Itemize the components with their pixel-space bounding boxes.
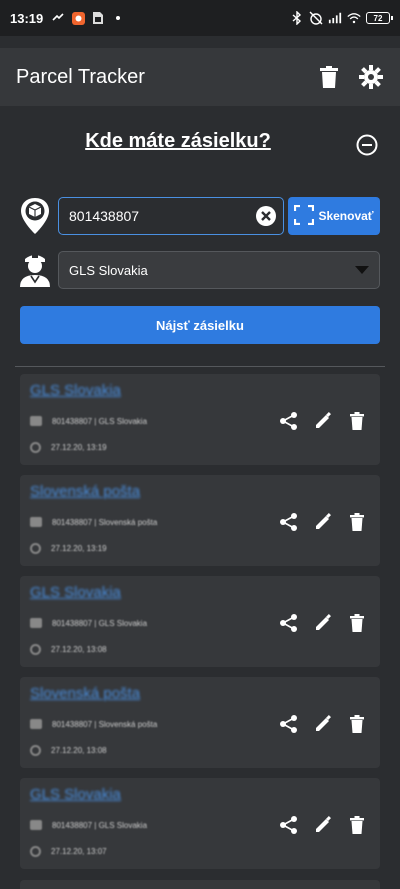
history-card[interactable]: Slovenská pošta 801438807 | Slovenská po… xyxy=(20,475,380,566)
clear-input-icon[interactable] xyxy=(256,206,276,226)
carrier-select[interactable]: GLS Slovakia xyxy=(58,251,380,289)
edit-icon[interactable] xyxy=(312,814,334,836)
alarm-off-icon xyxy=(309,11,323,25)
history-card-time: 27.12.20, 13:08 xyxy=(51,645,107,654)
edit-icon[interactable] xyxy=(312,511,334,533)
history-card-detail: 801438807 | GLS Slovakia xyxy=(52,416,148,426)
clock-icon xyxy=(30,644,41,655)
history-card-carrier[interactable]: Slovenská pošta xyxy=(30,483,140,500)
dropdown-arrow-icon xyxy=(355,266,369,274)
history-card-carrier[interactable]: GLS Slovakia xyxy=(30,382,121,399)
app-title: Parcel Tracker xyxy=(16,65,145,88)
find-parcel-button[interactable]: Nájsť zásielku xyxy=(20,306,380,344)
clock-icon xyxy=(30,846,41,857)
carrier-selected-value: GLS Slovakia xyxy=(69,262,148,278)
package-icon xyxy=(30,618,42,628)
collapse-icon[interactable] xyxy=(355,133,379,157)
delete-icon[interactable] xyxy=(346,713,368,735)
history-card-time: 27.12.20, 13:08 xyxy=(51,746,107,755)
package-icon xyxy=(30,517,42,527)
edit-icon[interactable] xyxy=(312,612,334,634)
sim-icon xyxy=(91,11,105,25)
edit-icon[interactable] xyxy=(312,713,334,735)
history-card-time: 27.12.20, 13:19 xyxy=(51,544,107,553)
status-time: 13:19 xyxy=(10,10,44,26)
delete-icon[interactable] xyxy=(346,814,368,836)
wifi-icon xyxy=(347,11,361,25)
app-notification-icon xyxy=(71,11,85,25)
delete-icon[interactable] xyxy=(346,410,368,432)
clock-icon xyxy=(30,745,41,756)
history-card-detail: 801438807 | Slovenská pošta xyxy=(52,517,158,527)
scan-icon xyxy=(294,204,315,228)
history-card[interactable]: GLS Slovakia 801438807 | GLS Slovakia 27… xyxy=(20,374,380,465)
share-icon[interactable] xyxy=(278,612,300,634)
scan-button-label: Skenovať xyxy=(318,209,374,223)
history-card-carrier[interactable]: GLS Slovakia xyxy=(30,584,121,601)
signal-icon xyxy=(328,11,342,25)
gear-icon[interactable] xyxy=(358,64,384,90)
history-card-detail: 801438807 | GLS Slovakia xyxy=(52,820,148,830)
battery-indicator: 72 xyxy=(366,12,393,24)
divider xyxy=(15,366,385,367)
clock-icon xyxy=(30,543,41,554)
courier-icon xyxy=(18,251,50,287)
scan-button[interactable]: Skenovať xyxy=(288,197,380,235)
share-icon[interactable] xyxy=(278,814,300,836)
history-card-time: 27.12.20, 13:07 xyxy=(51,847,107,856)
share-icon[interactable] xyxy=(278,511,300,533)
app-bar: Parcel Tracker xyxy=(0,48,400,106)
package-icon xyxy=(30,416,42,426)
history-card-time: 27.12.20, 13:19 xyxy=(51,443,107,452)
history-card[interactable]: GLS Slovakia 801438807 | GLS Slovakia 27… xyxy=(20,778,380,869)
history-card-carrier[interactable]: Slovenská pošta xyxy=(30,685,140,702)
history-card-carrier[interactable]: GLS Slovakia xyxy=(30,786,121,803)
delete-icon[interactable] xyxy=(346,612,368,634)
package-icon xyxy=(30,719,42,729)
trash-icon[interactable] xyxy=(316,64,342,90)
sync-icon xyxy=(51,11,65,25)
share-icon[interactable] xyxy=(278,410,300,432)
search-heading: Kde máte zásielku? xyxy=(85,130,271,152)
history-card[interactable]: Slovenská pošta 801438807 | Slovenská po… xyxy=(20,677,380,768)
delete-icon[interactable] xyxy=(346,511,368,533)
share-icon[interactable] xyxy=(278,713,300,735)
history-card-partial[interactable] xyxy=(20,880,380,889)
history-card-detail: 801438807 | Slovenská pošta xyxy=(52,719,158,729)
edit-icon[interactable] xyxy=(312,410,334,432)
dot-icon xyxy=(111,11,125,25)
package-icon xyxy=(30,820,42,830)
tracking-code-input[interactable]: 801438807 xyxy=(58,197,284,235)
history-card[interactable]: GLS Slovakia 801438807 | GLS Slovakia 27… xyxy=(20,576,380,667)
clock-icon xyxy=(30,442,41,453)
parcel-location-icon xyxy=(20,197,52,234)
bluetooth-icon xyxy=(290,11,304,25)
history-card-detail: 801438807 | GLS Slovakia xyxy=(52,618,148,628)
status-bar: 13:19 72 xyxy=(0,0,400,36)
